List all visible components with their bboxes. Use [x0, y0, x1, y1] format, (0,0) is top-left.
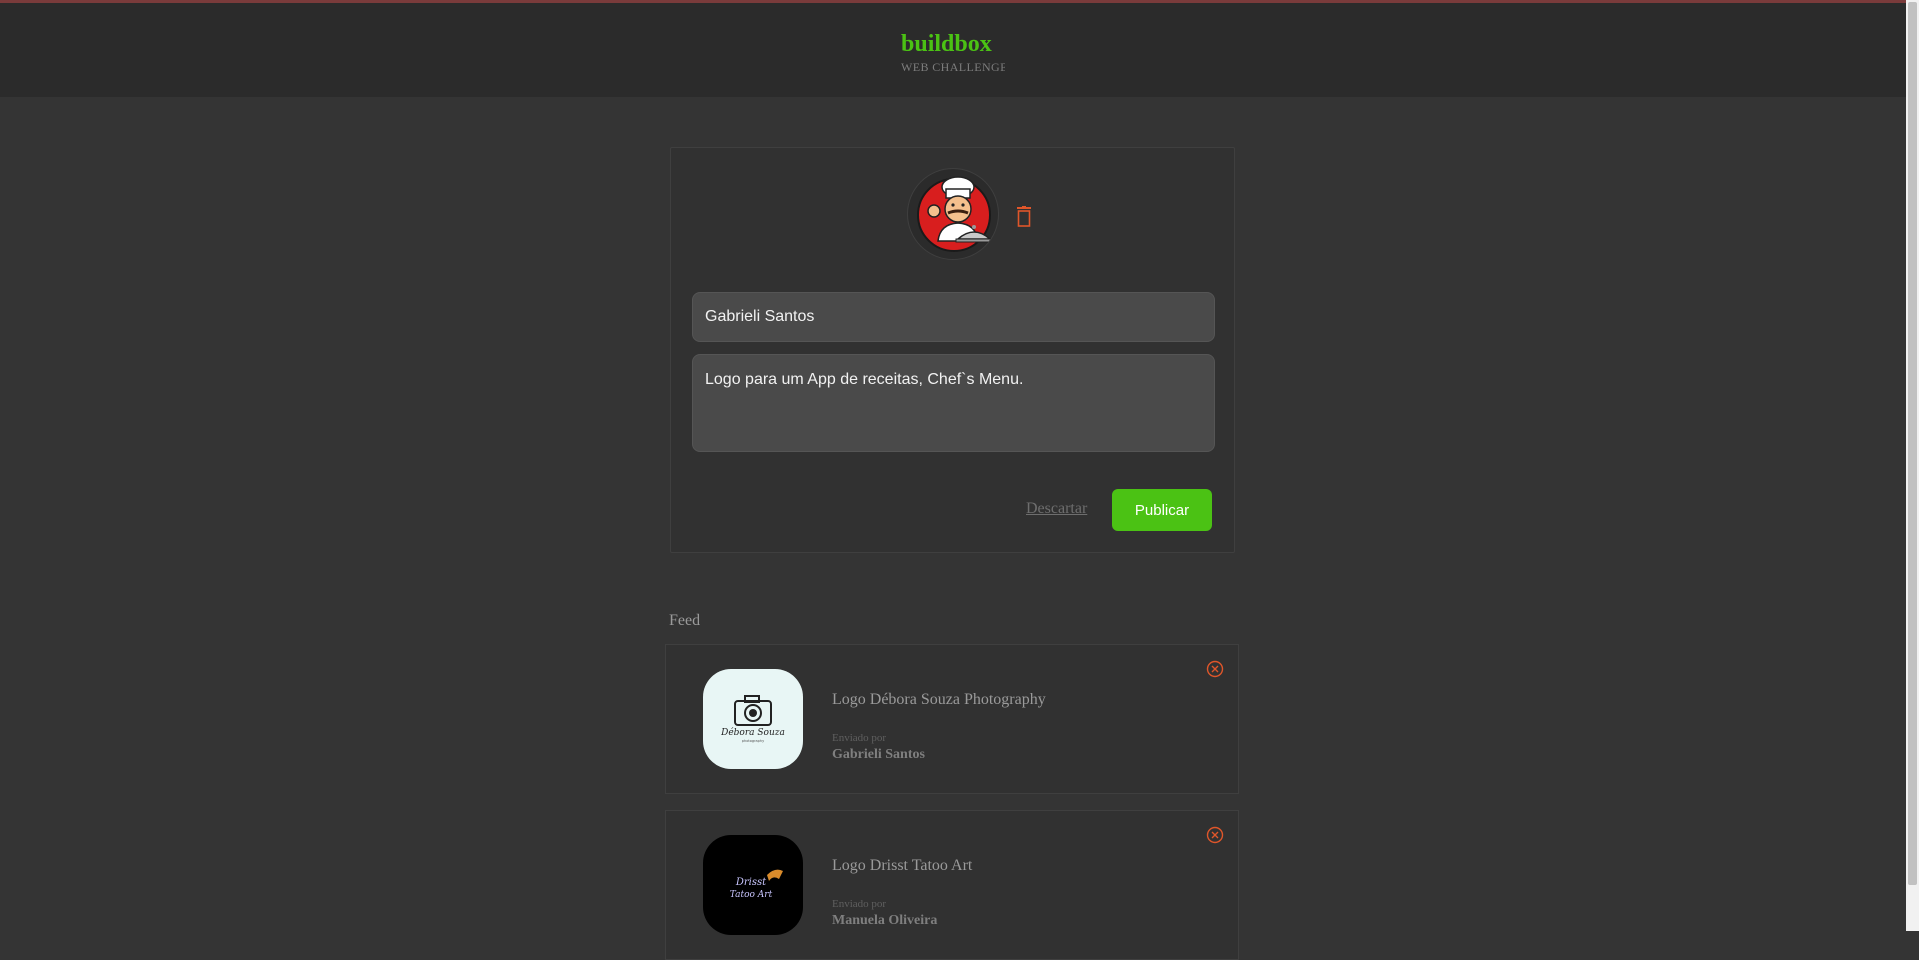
camera-logo-image: Débora Souza photography [703, 669, 803, 769]
feed-title: Feed [669, 612, 701, 629]
close-circle-icon[interactable] [1206, 660, 1224, 678]
app-header: buildbox WEB CHALLENGE [0, 3, 1906, 97]
post-sent-by-label: Enviado por [832, 732, 887, 744]
discard-button[interactable]: Descartar [1026, 500, 1087, 518]
post-message: Logo Drisst Tatoo Art [832, 857, 973, 874]
svg-text:photography: photography [742, 739, 764, 743]
feed-post: Débora Souza photography Logo Débora Sou… [665, 644, 1239, 794]
publish-button[interactable]: Publicar [1112, 489, 1212, 531]
brand: buildbox WEB CHALLENGE [901, 30, 1005, 75]
trash-icon[interactable] [1015, 206, 1033, 228]
post-author: Manuela Oliveira [832, 913, 938, 928]
post-message: Logo Débora Souza Photography [832, 691, 1046, 708]
chef-logo-image [917, 176, 993, 252]
message-field[interactable]: Logo para um App de receitas, Chef`s Men… [692, 354, 1215, 452]
name-field[interactable] [692, 292, 1215, 342]
post-image: Débora Souza photography [703, 669, 803, 769]
scrollbar[interactable] [1906, 0, 1919, 931]
svg-text:Débora Souza: Débora Souza [720, 727, 785, 738]
scrollbar-thumb[interactable] [1908, 2, 1917, 885]
feed-post: Drisst Tatoo Art Logo Drisst Tatoo Art E… [665, 810, 1239, 960]
brand-title: buildbox [901, 31, 992, 57]
post-composer: Logo para um App de receitas, Chef`s Men… [670, 147, 1235, 553]
post-sent-by-label: Enviado por [832, 898, 887, 910]
tattoo-logo-image: Drisst Tatoo Art [703, 835, 803, 935]
post-image: Drisst Tatoo Art [703, 835, 803, 935]
post-author: Gabrieli Santos [832, 747, 925, 762]
brand-subtitle: WEB CHALLENGE [901, 60, 1005, 74]
svg-text:Drisst: Drisst [735, 877, 767, 888]
svg-text:Tatoo Art: Tatoo Art [730, 890, 773, 900]
close-circle-icon[interactable] [1206, 826, 1224, 844]
avatar[interactable] [907, 168, 999, 260]
